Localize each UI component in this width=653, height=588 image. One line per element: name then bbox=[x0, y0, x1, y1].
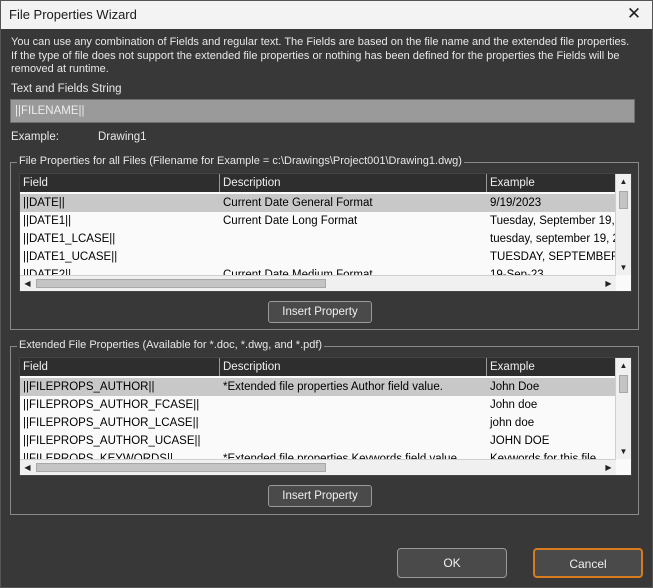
field-cell: ||FILEPROPS_AUTHOR_UCASE|| bbox=[23, 435, 201, 447]
description-cell bbox=[220, 414, 487, 432]
scroll-thumb[interactable] bbox=[36, 463, 326, 472]
example-cell: TUESDAY, SEPTEMBER 19, 2023 bbox=[490, 251, 616, 263]
column-header-example[interactable]: Example bbox=[487, 358, 616, 376]
example-cell: tuesday, september 19, 2023 bbox=[490, 233, 616, 245]
table-row[interactable]: ||DATE|| Current Date General Format 9/1… bbox=[20, 194, 616, 212]
column-header-field[interactable]: Field bbox=[20, 358, 220, 376]
table-row[interactable]: ||DATE1_UCASE|| TUESDAY, SEPTEMBER 19, 2… bbox=[20, 248, 616, 266]
example-cell: Tuesday, September 19, 2023 bbox=[490, 215, 616, 227]
horizontal-scrollbar[interactable]: ◀ ▶ bbox=[20, 275, 616, 291]
description-cell bbox=[220, 248, 487, 266]
vertical-scrollbar[interactable]: ▲ ▼ bbox=[615, 358, 631, 459]
scroll-left-icon[interactable]: ◀ bbox=[20, 460, 35, 475]
table-row[interactable]: ||FILEPROPS_AUTHOR|| *Extended file prop… bbox=[20, 378, 616, 396]
column-header-description[interactable]: Description bbox=[220, 174, 487, 192]
extended-properties-group: Extended File Properties (Available for … bbox=[10, 339, 639, 515]
table-row[interactable]: ||FILEPROPS_AUTHOR_UCASE|| JOHN DOE bbox=[20, 432, 616, 450]
cancel-button[interactable]: Cancel bbox=[533, 548, 643, 578]
scroll-down-icon[interactable]: ▼ bbox=[616, 444, 631, 459]
close-icon[interactable]: ✕ bbox=[622, 3, 646, 25]
table-row[interactable]: ||DATE1|| Current Date Long Format Tuesd… bbox=[20, 212, 616, 230]
example-cell: john doe bbox=[490, 417, 535, 429]
file-properties-list: Field Description Example ||DATE|| Curre… bbox=[19, 173, 632, 292]
example-label: Example: bbox=[11, 131, 59, 143]
file-properties-wizard-dialog: File Properties Wizard ✕ You can use any… bbox=[0, 0, 653, 588]
window-title: File Properties Wizard bbox=[9, 7, 137, 22]
field-cell: ||DATE|| bbox=[23, 197, 65, 209]
scroll-left-icon[interactable]: ◀ bbox=[20, 276, 35, 291]
title-bar: File Properties Wizard ✕ bbox=[1, 1, 652, 29]
scroll-thumb[interactable] bbox=[619, 191, 628, 209]
list-body: ||FILEPROPS_AUTHOR|| *Extended file prop… bbox=[20, 376, 616, 460]
text-fields-label: Text and Fields String bbox=[11, 83, 122, 95]
field-cell: ||FILEPROPS_AUTHOR|| bbox=[23, 381, 155, 393]
description-cell bbox=[220, 230, 487, 248]
description-cell bbox=[220, 396, 487, 414]
scroll-up-icon[interactable]: ▲ bbox=[616, 358, 631, 373]
description-cell bbox=[220, 432, 487, 450]
scroll-right-icon[interactable]: ▶ bbox=[601, 276, 616, 291]
extended-properties-group-title: Extended File Properties (Available for … bbox=[17, 339, 325, 351]
scroll-thumb[interactable] bbox=[36, 279, 326, 288]
file-properties-group: File Properties for all Files (Filename … bbox=[10, 155, 639, 330]
list-body: ||DATE|| Current Date General Format 9/1… bbox=[20, 192, 616, 276]
extended-properties-list: Field Description Example ||FILEPROPS_AU… bbox=[19, 357, 632, 476]
description-cell: Current Date Long Format bbox=[223, 215, 358, 227]
example-cell: John doe bbox=[490, 399, 538, 411]
scroll-up-icon[interactable]: ▲ bbox=[616, 174, 631, 189]
scroll-thumb[interactable] bbox=[619, 375, 628, 393]
table-row[interactable]: ||FILEPROPS_AUTHOR_FCASE|| John doe bbox=[20, 396, 616, 414]
scroll-down-icon[interactable]: ▼ bbox=[616, 260, 631, 275]
table-row[interactable]: ||FILEPROPS_AUTHOR_LCASE|| john doe bbox=[20, 414, 616, 432]
table-row[interactable]: ||DATE1_LCASE|| tuesday, september 19, 2… bbox=[20, 230, 616, 248]
column-header-description[interactable]: Description bbox=[220, 358, 487, 376]
field-cell: ||DATE1_UCASE|| bbox=[23, 251, 118, 263]
list-header: Field Description Example bbox=[20, 358, 616, 376]
field-cell: ||FILEPROPS_AUTHOR_LCASE|| bbox=[23, 417, 199, 429]
scroll-right-icon[interactable]: ▶ bbox=[601, 460, 616, 475]
example-cell: JOHN DOE bbox=[490, 435, 550, 447]
example-value: Drawing1 bbox=[98, 131, 147, 143]
list-header: Field Description Example bbox=[20, 174, 616, 192]
field-cell: ||DATE1_LCASE|| bbox=[23, 233, 116, 245]
ok-button[interactable]: OK bbox=[397, 548, 507, 578]
column-header-field[interactable]: Field bbox=[20, 174, 220, 192]
description-cell: Current Date General Format bbox=[223, 197, 373, 209]
field-cell: ||DATE1|| bbox=[23, 215, 72, 227]
file-properties-group-title: File Properties for all Files (Filename … bbox=[17, 155, 464, 167]
column-header-example[interactable]: Example bbox=[487, 174, 616, 192]
insert-property-button[interactable]: Insert Property bbox=[268, 301, 372, 323]
field-cell: ||FILEPROPS_AUTHOR_FCASE|| bbox=[23, 399, 200, 411]
example-cell: John Doe bbox=[490, 381, 540, 393]
text-fields-string-input[interactable] bbox=[10, 99, 635, 123]
vertical-scrollbar[interactable]: ▲ ▼ bbox=[615, 174, 631, 275]
description-cell: *Extended file properties Author field v… bbox=[223, 381, 443, 393]
intro-text: You can use any combination of Fields an… bbox=[11, 36, 630, 75]
insert-property-button[interactable]: Insert Property bbox=[268, 485, 372, 507]
horizontal-scrollbar[interactable]: ◀ ▶ bbox=[20, 459, 616, 475]
example-cell: 9/19/2023 bbox=[490, 197, 542, 209]
